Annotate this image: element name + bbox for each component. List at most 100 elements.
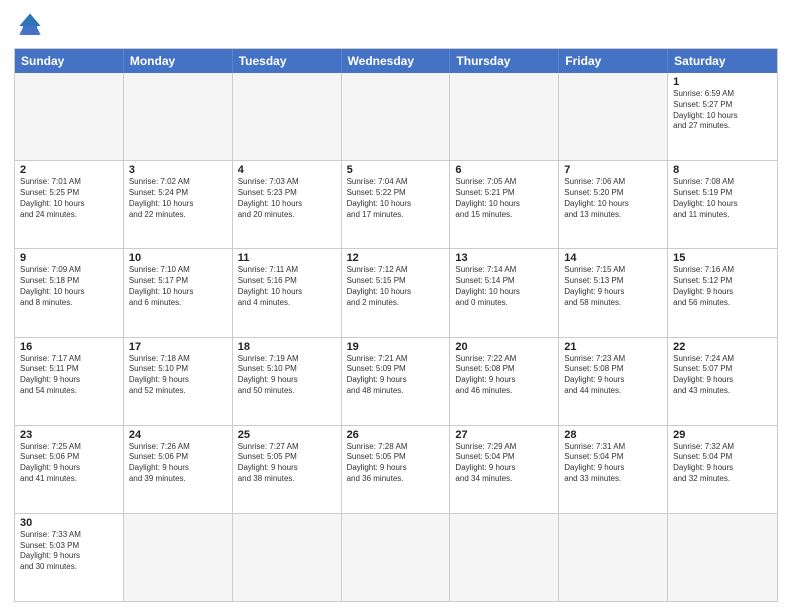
day-info: Sunrise: 6:59 AM Sunset: 5:27 PM Dayligh… <box>673 89 772 132</box>
cal-cell-r5-c4 <box>450 514 559 601</box>
day-info: Sunrise: 7:01 AM Sunset: 5:25 PM Dayligh… <box>20 177 118 220</box>
cal-cell-r0-c5 <box>559 73 668 160</box>
day-info: Sunrise: 7:22 AM Sunset: 5:08 PM Dayligh… <box>455 354 553 397</box>
day-info: Sunrise: 7:11 AM Sunset: 5:16 PM Dayligh… <box>238 265 336 308</box>
cal-cell-r3-c6: 22Sunrise: 7:24 AM Sunset: 5:07 PM Dayli… <box>668 338 777 425</box>
cal-cell-r3-c5: 21Sunrise: 7:23 AM Sunset: 5:08 PM Dayli… <box>559 338 668 425</box>
day-info: Sunrise: 7:08 AM Sunset: 5:19 PM Dayligh… <box>673 177 772 220</box>
cal-cell-r1-c6: 8Sunrise: 7:08 AM Sunset: 5:19 PM Daylig… <box>668 161 777 248</box>
day-info: Sunrise: 7:24 AM Sunset: 5:07 PM Dayligh… <box>673 354 772 397</box>
day-info: Sunrise: 7:31 AM Sunset: 5:04 PM Dayligh… <box>564 442 662 485</box>
day-number: 20 <box>455 341 553 353</box>
day-number: 28 <box>564 429 662 441</box>
cal-row-3: 16Sunrise: 7:17 AM Sunset: 5:11 PM Dayli… <box>15 338 777 426</box>
cal-cell-r2-c5: 14Sunrise: 7:15 AM Sunset: 5:13 PM Dayli… <box>559 249 668 336</box>
cal-row-2: 9Sunrise: 7:09 AM Sunset: 5:18 PM Daylig… <box>15 249 777 337</box>
cal-cell-r4-c4: 27Sunrise: 7:29 AM Sunset: 5:04 PM Dayli… <box>450 426 559 513</box>
cal-cell-r2-c3: 12Sunrise: 7:12 AM Sunset: 5:15 PM Dayli… <box>342 249 451 336</box>
day-number: 29 <box>673 429 772 441</box>
day-number: 1 <box>673 76 772 88</box>
day-number: 27 <box>455 429 553 441</box>
day-number: 8 <box>673 164 772 176</box>
cal-cell-r2-c1: 10Sunrise: 7:10 AM Sunset: 5:17 PM Dayli… <box>124 249 233 336</box>
cal-row-5: 30Sunrise: 7:33 AM Sunset: 5:03 PM Dayli… <box>15 514 777 601</box>
cal-cell-r4-c2: 25Sunrise: 7:27 AM Sunset: 5:05 PM Dayli… <box>233 426 342 513</box>
col-header-saturday: Saturday <box>668 49 777 73</box>
calendar-header-row: SundayMondayTuesdayWednesdayThursdayFrid… <box>15 49 777 73</box>
col-header-tuesday: Tuesday <box>233 49 342 73</box>
cal-row-0: 1Sunrise: 6:59 AM Sunset: 5:27 PM Daylig… <box>15 73 777 161</box>
day-number: 10 <box>129 252 227 264</box>
day-info: Sunrise: 7:04 AM Sunset: 5:22 PM Dayligh… <box>347 177 445 220</box>
day-info: Sunrise: 7:28 AM Sunset: 5:05 PM Dayligh… <box>347 442 445 485</box>
day-number: 6 <box>455 164 553 176</box>
cal-cell-r5-c3 <box>342 514 451 601</box>
cal-cell-r0-c3 <box>342 73 451 160</box>
day-info: Sunrise: 7:02 AM Sunset: 5:24 PM Dayligh… <box>129 177 227 220</box>
day-info: Sunrise: 7:27 AM Sunset: 5:05 PM Dayligh… <box>238 442 336 485</box>
day-info: Sunrise: 7:21 AM Sunset: 5:09 PM Dayligh… <box>347 354 445 397</box>
day-info: Sunrise: 7:17 AM Sunset: 5:11 PM Dayligh… <box>20 354 118 397</box>
day-info: Sunrise: 7:19 AM Sunset: 5:10 PM Dayligh… <box>238 354 336 397</box>
cal-cell-r4-c5: 28Sunrise: 7:31 AM Sunset: 5:04 PM Dayli… <box>559 426 668 513</box>
cal-cell-r3-c4: 20Sunrise: 7:22 AM Sunset: 5:08 PM Dayli… <box>450 338 559 425</box>
day-number: 16 <box>20 341 118 353</box>
day-number: 12 <box>347 252 445 264</box>
cal-cell-r0-c0 <box>15 73 124 160</box>
cal-cell-r5-c0: 30Sunrise: 7:33 AM Sunset: 5:03 PM Dayli… <box>15 514 124 601</box>
page: SundayMondayTuesdayWednesdayThursdayFrid… <box>0 0 792 612</box>
calendar: SundayMondayTuesdayWednesdayThursdayFrid… <box>14 48 778 602</box>
cal-row-4: 23Sunrise: 7:25 AM Sunset: 5:06 PM Dayli… <box>15 426 777 514</box>
day-number: 7 <box>564 164 662 176</box>
cal-cell-r1-c3: 5Sunrise: 7:04 AM Sunset: 5:22 PM Daylig… <box>342 161 451 248</box>
cal-cell-r4-c3: 26Sunrise: 7:28 AM Sunset: 5:05 PM Dayli… <box>342 426 451 513</box>
day-info: Sunrise: 7:33 AM Sunset: 5:03 PM Dayligh… <box>20 530 118 573</box>
cal-cell-r0-c2 <box>233 73 342 160</box>
cal-cell-r1-c5: 7Sunrise: 7:06 AM Sunset: 5:20 PM Daylig… <box>559 161 668 248</box>
day-info: Sunrise: 7:29 AM Sunset: 5:04 PM Dayligh… <box>455 442 553 485</box>
cal-cell-r2-c4: 13Sunrise: 7:14 AM Sunset: 5:14 PM Dayli… <box>450 249 559 336</box>
cal-cell-r0-c1 <box>124 73 233 160</box>
col-header-friday: Friday <box>559 49 668 73</box>
day-info: Sunrise: 7:26 AM Sunset: 5:06 PM Dayligh… <box>129 442 227 485</box>
cal-cell-r1-c0: 2Sunrise: 7:01 AM Sunset: 5:25 PM Daylig… <box>15 161 124 248</box>
day-number: 17 <box>129 341 227 353</box>
day-info: Sunrise: 7:14 AM Sunset: 5:14 PM Dayligh… <box>455 265 553 308</box>
cal-cell-r3-c3: 19Sunrise: 7:21 AM Sunset: 5:09 PM Dayli… <box>342 338 451 425</box>
day-info: Sunrise: 7:10 AM Sunset: 5:17 PM Dayligh… <box>129 265 227 308</box>
day-info: Sunrise: 7:05 AM Sunset: 5:21 PM Dayligh… <box>455 177 553 220</box>
col-header-thursday: Thursday <box>450 49 559 73</box>
header <box>14 10 778 42</box>
col-header-wednesday: Wednesday <box>342 49 451 73</box>
calendar-body: 1Sunrise: 6:59 AM Sunset: 5:27 PM Daylig… <box>15 73 777 601</box>
day-number: 9 <box>20 252 118 264</box>
day-number: 30 <box>20 517 118 529</box>
day-number: 21 <box>564 341 662 353</box>
cal-cell-r1-c2: 4Sunrise: 7:03 AM Sunset: 5:23 PM Daylig… <box>233 161 342 248</box>
day-number: 15 <box>673 252 772 264</box>
cal-cell-r4-c0: 23Sunrise: 7:25 AM Sunset: 5:06 PM Dayli… <box>15 426 124 513</box>
cal-cell-r5-c6 <box>668 514 777 601</box>
cal-cell-r0-c6: 1Sunrise: 6:59 AM Sunset: 5:27 PM Daylig… <box>668 73 777 160</box>
day-number: 3 <box>129 164 227 176</box>
day-number: 2 <box>20 164 118 176</box>
day-number: 4 <box>238 164 336 176</box>
day-info: Sunrise: 7:15 AM Sunset: 5:13 PM Dayligh… <box>564 265 662 308</box>
cal-cell-r3-c1: 17Sunrise: 7:18 AM Sunset: 5:10 PM Dayli… <box>124 338 233 425</box>
day-number: 22 <box>673 341 772 353</box>
cal-cell-r2-c0: 9Sunrise: 7:09 AM Sunset: 5:18 PM Daylig… <box>15 249 124 336</box>
cal-cell-r5-c5 <box>559 514 668 601</box>
day-number: 5 <box>347 164 445 176</box>
logo <box>14 10 50 42</box>
cal-cell-r0-c4 <box>450 73 559 160</box>
cal-row-1: 2Sunrise: 7:01 AM Sunset: 5:25 PM Daylig… <box>15 161 777 249</box>
cal-cell-r4-c6: 29Sunrise: 7:32 AM Sunset: 5:04 PM Dayli… <box>668 426 777 513</box>
cal-cell-r3-c0: 16Sunrise: 7:17 AM Sunset: 5:11 PM Dayli… <box>15 338 124 425</box>
day-number: 24 <box>129 429 227 441</box>
cal-cell-r5-c2 <box>233 514 342 601</box>
day-info: Sunrise: 7:23 AM Sunset: 5:08 PM Dayligh… <box>564 354 662 397</box>
day-info: Sunrise: 7:18 AM Sunset: 5:10 PM Dayligh… <box>129 354 227 397</box>
day-number: 26 <box>347 429 445 441</box>
day-number: 23 <box>20 429 118 441</box>
cal-cell-r2-c2: 11Sunrise: 7:11 AM Sunset: 5:16 PM Dayli… <box>233 249 342 336</box>
